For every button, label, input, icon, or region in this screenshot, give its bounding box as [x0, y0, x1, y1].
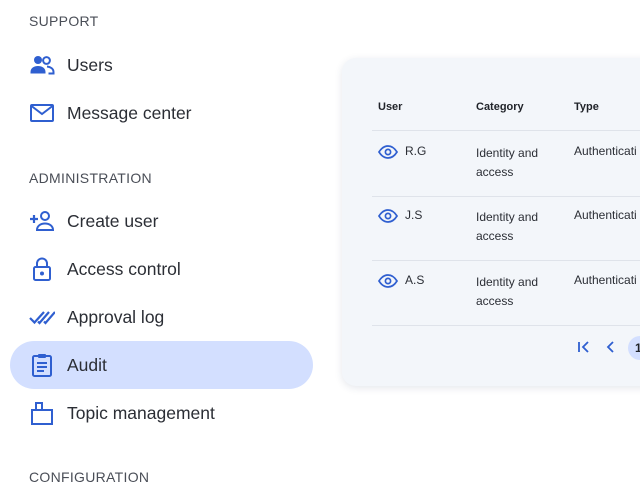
- sidebar-item-label: Access control: [67, 258, 181, 279]
- section-title-configuration: CONFIGURATION: [29, 469, 150, 485]
- sidebar-item-create-user[interactable]: Create user: [10, 197, 313, 245]
- previous-page-button[interactable]: [600, 336, 622, 358]
- first-page-button[interactable]: [573, 336, 595, 358]
- sidebar-item-label: Users: [67, 54, 113, 75]
- sidebar-item-label: Audit: [67, 354, 107, 375]
- cell-category: Identity and access: [476, 275, 539, 308]
- cell-user: J.S: [405, 208, 423, 222]
- audit-table-card: User Category Type R.G Identity and acce…: [342, 58, 640, 386]
- cell-category: Identity and access: [476, 210, 539, 243]
- section-title-administration: ADMINISTRATION: [29, 170, 152, 186]
- cell-type: Authenticati: [574, 273, 637, 287]
- column-header-type[interactable]: Type: [574, 101, 599, 113]
- topic-icon: [29, 400, 55, 426]
- mail-icon: [29, 100, 55, 126]
- chevron-left-icon: [606, 341, 614, 353]
- sidebar-item-users[interactable]: Users: [10, 41, 313, 89]
- sidebar-item-label: Message center: [67, 102, 192, 123]
- sidebar-item-access-control[interactable]: Access control: [10, 245, 313, 293]
- page-number-current[interactable]: 1: [628, 336, 640, 360]
- eye-icon[interactable]: [378, 274, 398, 288]
- sidebar-item-message-center[interactable]: Message center: [10, 89, 313, 137]
- eye-icon[interactable]: [378, 209, 398, 223]
- sidebar-item-label: Topic management: [67, 402, 215, 423]
- cell-user: R.G: [405, 144, 427, 158]
- cell-category: Identity and access: [476, 146, 539, 179]
- column-header-category[interactable]: Category: [476, 101, 524, 113]
- sidebar-item-label: Approval log: [67, 306, 165, 327]
- section-title-support: SUPPORT: [29, 13, 99, 29]
- double-check-icon: [29, 304, 55, 330]
- add-user-icon: [29, 208, 55, 234]
- sidebar-item-approval-log[interactable]: Approval log: [10, 293, 313, 341]
- table-row[interactable]: J.S Identity and access Authenticati: [372, 195, 640, 261]
- cell-type: Authenticati: [574, 144, 637, 158]
- cell-type: Authenticati: [574, 208, 637, 222]
- first-page-icon: [578, 341, 589, 353]
- eye-icon[interactable]: [378, 145, 398, 159]
- sidebar-item-label: Create user: [67, 210, 159, 231]
- sidebar-item-topic-management[interactable]: Topic management: [10, 389, 313, 437]
- cell-user: A.S: [405, 273, 425, 287]
- column-header-user[interactable]: User: [378, 101, 402, 113]
- table-row[interactable]: R.G Identity and access Authenticati: [372, 130, 640, 197]
- table-row[interactable]: A.S Identity and access Authenticati: [372, 260, 640, 326]
- users-icon: [29, 52, 55, 78]
- sidebar: SUPPORT Users Message center ADMINISTRAT…: [0, 0, 330, 485]
- lock-icon: [29, 256, 55, 282]
- sidebar-item-audit[interactable]: Audit: [10, 341, 313, 389]
- clipboard-icon: [29, 352, 55, 378]
